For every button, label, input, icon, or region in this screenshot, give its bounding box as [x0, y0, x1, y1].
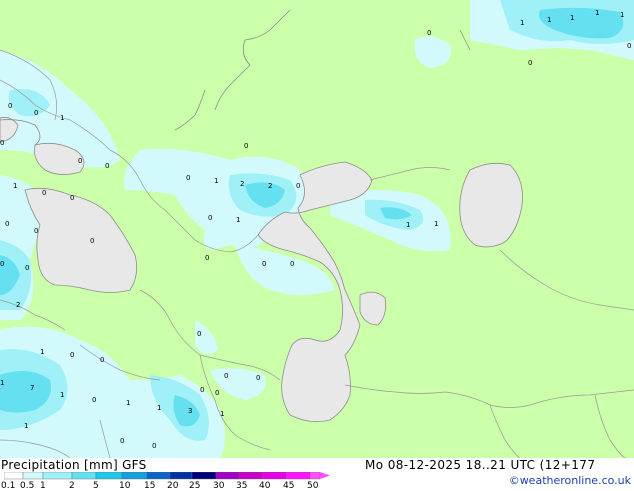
- value-label: 0: [78, 157, 82, 165]
- legend-swatch: [238, 472, 263, 480]
- value-label: 1: [620, 11, 624, 19]
- legend-swatch: [71, 472, 97, 480]
- value-label: 1: [595, 9, 599, 17]
- legend-swatch: [42, 472, 73, 480]
- value-label: 2: [268, 182, 272, 190]
- value-label: 0: [105, 162, 109, 170]
- value-label: 0: [224, 372, 228, 380]
- value-label: 0: [34, 109, 38, 117]
- credit-link[interactable]: ©weatheronline.co.uk: [509, 474, 631, 487]
- value-label: 1: [547, 16, 551, 24]
- value-label: 1: [157, 404, 161, 412]
- value-label: 0: [528, 59, 532, 67]
- value-label: 7: [30, 384, 34, 392]
- legend-bar: [4, 472, 330, 480]
- value-label: 0: [200, 386, 204, 394]
- value-label: 0: [215, 389, 219, 397]
- value-label: 1: [60, 114, 64, 122]
- legend-swatch: [121, 472, 148, 480]
- value-label: 0: [0, 260, 4, 268]
- value-label: 3: [188, 407, 192, 415]
- map-title: Precipitation [mm] GFS: [1, 458, 147, 472]
- color-legend: 0.1 0.5 1 2 5 10 15 20 25 30 35 40 45 50: [1, 472, 330, 491]
- value-label: 0: [205, 254, 209, 262]
- value-label: 1: [126, 399, 130, 407]
- legend-swatch: [191, 472, 217, 480]
- legend-swatch: [169, 472, 193, 480]
- legend-swatch: [261, 472, 287, 480]
- value-label: 0: [70, 194, 74, 202]
- value-label: 1: [220, 410, 224, 418]
- value-label: 0: [92, 396, 96, 404]
- value-label: 2: [16, 301, 20, 309]
- precipitation-map: 1 1 1 1 1 0 0 0 0 0 2 2 1 0 0 1 0 0 0 0 …: [0, 0, 634, 458]
- value-label: 0: [90, 237, 94, 245]
- value-label: 0: [25, 264, 29, 272]
- value-label: 0: [627, 42, 631, 50]
- map-footer: Precipitation [mm] GFS Mo 08-12-2025 18.…: [0, 458, 634, 491]
- legend-swatch: [4, 472, 24, 480]
- value-label: 1: [406, 221, 410, 229]
- value-label: 0: [296, 182, 300, 190]
- legend-arrow: [320, 472, 330, 479]
- value-label: 0: [152, 442, 156, 450]
- value-label: 1: [60, 391, 64, 399]
- legend-swatch: [309, 472, 321, 480]
- value-label: 0: [262, 260, 266, 268]
- value-label: 1: [0, 379, 4, 387]
- legend-swatch: [215, 472, 240, 480]
- valid-time: Mo 08-12-2025 18..21 UTC (12+177: [365, 458, 596, 472]
- value-label: 1: [40, 348, 44, 356]
- value-label: 0: [244, 142, 248, 150]
- legend-swatch: [285, 472, 311, 480]
- value-label: 1: [13, 182, 17, 190]
- value-label: 1: [570, 14, 574, 22]
- value-label: 0: [100, 356, 104, 364]
- value-label: 0: [197, 330, 201, 338]
- legend-swatch: [146, 472, 171, 480]
- value-label: 1: [214, 177, 218, 185]
- value-label: 1: [236, 216, 240, 224]
- value-label: 0: [5, 220, 9, 228]
- value-label: 0: [290, 260, 294, 268]
- value-label: 2: [240, 180, 244, 188]
- value-label: 1: [24, 422, 28, 430]
- value-label: 0: [208, 214, 212, 222]
- value-label: 0: [186, 174, 190, 182]
- legend-swatch: [95, 472, 123, 480]
- value-label: 0: [0, 139, 4, 147]
- value-label: 1: [434, 220, 438, 228]
- value-label: 0: [42, 189, 46, 197]
- value-label: 0: [120, 437, 124, 445]
- value-label: 0: [34, 227, 38, 235]
- value-label: 0: [427, 29, 431, 37]
- value-label: 0: [8, 102, 12, 110]
- value-label: 1: [520, 19, 524, 27]
- legend-swatch: [22, 472, 44, 480]
- value-label: 0: [256, 374, 260, 382]
- value-label: 0: [70, 351, 74, 359]
